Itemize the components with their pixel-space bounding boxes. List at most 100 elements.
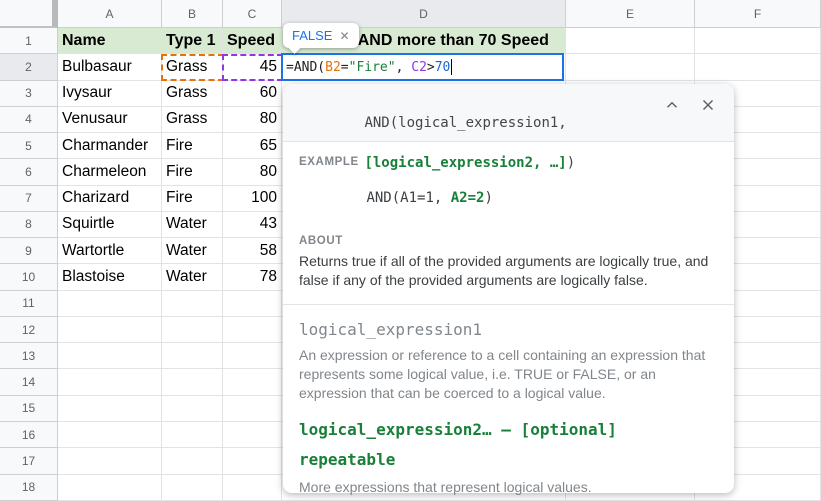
formula-token: 70 bbox=[434, 59, 451, 75]
cell-b1[interactable]: Type 1 bbox=[162, 28, 223, 55]
column-header-e[interactable]: E bbox=[566, 0, 695, 28]
cell-b16[interactable] bbox=[162, 421, 223, 449]
cell-a12[interactable] bbox=[58, 316, 162, 344]
cell-b5[interactable]: Fire bbox=[162, 133, 223, 160]
cell-e2[interactable] bbox=[566, 54, 695, 81]
row-header-10[interactable]: 10 bbox=[0, 264, 58, 291]
cell-c11[interactable] bbox=[223, 290, 282, 317]
cell-c17[interactable] bbox=[223, 448, 282, 475]
cell-c18[interactable] bbox=[223, 474, 282, 501]
formula-edit-cell-d2[interactable]: =AND(B2="Fire", C2>70 bbox=[281, 53, 564, 81]
cell-a18[interactable] bbox=[58, 474, 162, 501]
row-header-6[interactable]: 6 bbox=[0, 159, 58, 186]
row-header-11[interactable]: 11 bbox=[0, 290, 58, 317]
formula-token: C2 bbox=[411, 59, 427, 75]
param2-description: More expressions that represent logical … bbox=[299, 479, 592, 495]
select-all-corner[interactable] bbox=[0, 0, 58, 28]
column-header-a[interactable]: A bbox=[58, 0, 162, 28]
cell-c6[interactable]: 80 bbox=[223, 159, 282, 186]
cell-a8[interactable]: Squirtle bbox=[58, 211, 162, 239]
cell-c8[interactable]: 43 bbox=[223, 211, 282, 239]
collapse-chevron-up-icon[interactable] bbox=[663, 96, 681, 114]
param2-repeatable-tag: repeatable bbox=[299, 450, 396, 469]
column-header-f[interactable]: F bbox=[695, 0, 821, 28]
cell-b11[interactable] bbox=[162, 290, 223, 317]
row-header-2[interactable]: 2 bbox=[0, 54, 58, 81]
cell-a10[interactable]: Blastoise bbox=[58, 264, 162, 291]
cell-a3[interactable]: Ivysaur bbox=[58, 80, 162, 107]
cell-a11[interactable] bbox=[58, 290, 162, 317]
row-header-5[interactable]: 5 bbox=[0, 133, 58, 160]
cell-b10[interactable]: Water bbox=[162, 264, 223, 291]
cell-c14[interactable] bbox=[223, 369, 282, 396]
about-section-label: ABOUT bbox=[299, 235, 343, 247]
cell-e1[interactable] bbox=[566, 28, 695, 55]
column-header-b[interactable]: B bbox=[162, 0, 223, 28]
row-header-9[interactable]: 9 bbox=[0, 238, 58, 265]
google-sheets-canvas: A B C D E F 1 Name Type 1 Speed e AND more than 70… bbox=[0, 0, 821, 501]
cell-b2[interactable]: Grass bbox=[162, 54, 223, 81]
chip-close-icon[interactable]: ✕ bbox=[339, 29, 349, 43]
cell-b8[interactable]: Water bbox=[162, 211, 223, 239]
row-header-1[interactable]: 1 bbox=[0, 28, 58, 55]
cell-b4[interactable]: Grass bbox=[162, 106, 223, 134]
cell-c5[interactable]: 65 bbox=[223, 133, 282, 160]
cell-b9[interactable]: Water bbox=[162, 238, 223, 265]
formula-token: , bbox=[395, 59, 412, 75]
cell-b17[interactable] bbox=[162, 448, 223, 475]
cell-c3[interactable]: 60 bbox=[223, 80, 282, 107]
cell-b7[interactable]: Fire bbox=[162, 185, 223, 212]
cell-c15[interactable] bbox=[223, 395, 282, 422]
cell-c12[interactable] bbox=[223, 316, 282, 344]
cell-f2[interactable] bbox=[695, 54, 821, 81]
cell-f1[interactable] bbox=[695, 28, 821, 55]
row-header-3[interactable]: 3 bbox=[0, 80, 58, 107]
cell-a4[interactable]: Venusaur bbox=[58, 106, 162, 134]
formula-token: = bbox=[340, 59, 349, 75]
row-header-15[interactable]: 15 bbox=[0, 395, 58, 422]
cell-b13[interactable] bbox=[162, 343, 223, 370]
formula-token: "Fire" bbox=[348, 59, 396, 75]
about-description: Returns true if all of the provided argu… bbox=[299, 253, 709, 288]
cell-a9[interactable]: Wartortle bbox=[58, 238, 162, 265]
cell-a2[interactable]: Bulbasaur bbox=[58, 54, 162, 81]
cell-a16[interactable] bbox=[58, 421, 162, 449]
row-header-8[interactable]: 8 bbox=[0, 211, 58, 239]
cell-c13[interactable] bbox=[223, 343, 282, 370]
cell-c2[interactable]: 45 bbox=[223, 54, 282, 81]
cell-c7[interactable]: 100 bbox=[223, 185, 282, 212]
cell-a15[interactable] bbox=[58, 395, 162, 422]
cell-b3[interactable]: Grass bbox=[162, 80, 223, 107]
cell-c1[interactable]: Speed bbox=[223, 28, 282, 55]
popup-body: EXAMPLE AND(A1=1, A2=2) ABOUT Returns tr… bbox=[283, 142, 734, 501]
row-header-4[interactable]: 4 bbox=[0, 106, 58, 134]
row-header-16[interactable]: 16 bbox=[0, 421, 58, 449]
cell-a17[interactable] bbox=[58, 448, 162, 475]
cell-c10[interactable]: 78 bbox=[223, 264, 282, 291]
row-header-17[interactable]: 17 bbox=[0, 448, 58, 475]
cell-c16[interactable] bbox=[223, 421, 282, 449]
cell-b6[interactable]: Fire bbox=[162, 159, 223, 186]
cell-c4[interactable]: 80 bbox=[223, 106, 282, 134]
cell-b14[interactable] bbox=[162, 369, 223, 396]
row-header-12[interactable]: 12 bbox=[0, 316, 58, 344]
cell-a6[interactable]: Charmeleon bbox=[58, 159, 162, 186]
cell-b18[interactable] bbox=[162, 474, 223, 501]
cell-a5[interactable]: Charmander bbox=[58, 133, 162, 160]
cell-b15[interactable] bbox=[162, 395, 223, 422]
cell-a13[interactable] bbox=[58, 343, 162, 370]
cell-c9[interactable]: 58 bbox=[223, 238, 282, 265]
cell-a7[interactable]: Charizard bbox=[58, 185, 162, 212]
cell-b12[interactable] bbox=[162, 316, 223, 344]
param1-name: logical_expression1 bbox=[299, 320, 483, 339]
param1-description: An expression or reference to a cell con… bbox=[299, 347, 706, 401]
row-header-14[interactable]: 14 bbox=[0, 369, 58, 396]
function-signature-header: AND(logical_expression1, [logical_expres… bbox=[283, 84, 734, 171]
popup-close-icon[interactable] bbox=[699, 96, 717, 114]
row-header-13[interactable]: 13 bbox=[0, 343, 58, 370]
cell-a1[interactable]: Name bbox=[58, 28, 162, 55]
cell-a14[interactable] bbox=[58, 369, 162, 396]
column-header-c[interactable]: C bbox=[223, 0, 282, 28]
row-header-7[interactable]: 7 bbox=[0, 185, 58, 212]
row-header-18[interactable]: 18 bbox=[0, 474, 58, 501]
